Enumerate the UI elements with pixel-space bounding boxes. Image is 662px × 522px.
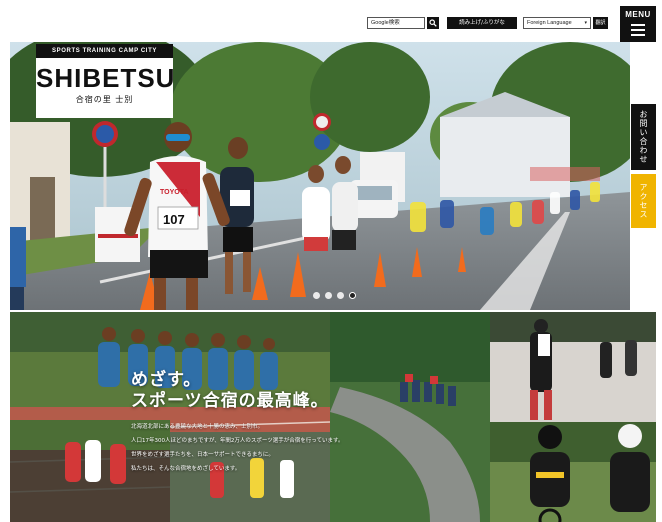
chevron-down-icon: ▾	[584, 20, 587, 26]
access-tab[interactable]: アクセス	[631, 174, 656, 228]
intro-body-line: 北海道北部にある豊饒な大地と十勝の恵み、士別市。	[131, 424, 264, 430]
intro-body-line: 私たちは、そんな合宿地をめざしています。	[131, 466, 241, 472]
slide-dot[interactable]	[313, 292, 320, 299]
language-select-value: Foreign Language	[527, 20, 572, 26]
intro-body: 北海道北部にある豊饒な大地と十勝の恵み、士別市。 人口17年300人ほどのまちで…	[131, 420, 401, 476]
logo-subtitle: 合宿の里 士別	[75, 95, 134, 104]
intro-headline: めざす。 スポーツ合宿の最高峰。	[131, 370, 329, 412]
intro-photo-grid	[10, 312, 656, 522]
contact-tab[interactable]: お問い合わせ	[631, 104, 656, 170]
bib-sponsor: TOYOTA	[160, 189, 189, 196]
search-icon	[429, 19, 437, 27]
logo-title: SHIBETSU	[36, 63, 176, 93]
intro-body-line: 世界をめざす選手たちを、日本一サポートできるまちに。	[131, 452, 274, 458]
language-select[interactable]: Foreign Language ▾	[523, 17, 591, 29]
slide-indicators	[313, 292, 373, 302]
hamburger-icon-bar	[631, 29, 645, 31]
logo-tagline: SPORTS TRAINING CAMP CITY	[36, 44, 173, 58]
slide-dot-active[interactable]	[349, 292, 356, 299]
slide-dot[interactable]	[325, 292, 332, 299]
hamburger-icon-bar	[631, 34, 645, 36]
menu-label: MENU	[625, 10, 651, 19]
hamburger-icon	[631, 24, 645, 26]
logo-main: SHIBETSU 合宿の里 士別	[36, 58, 176, 118]
intro-headline-line1: めざす。	[131, 370, 202, 390]
slide-dot[interactable]	[337, 292, 344, 299]
bib-number: 107	[163, 212, 185, 227]
search-button[interactable]	[427, 17, 439, 29]
hero-slideshow: TOYOTA 107 SPORTS TRAINING CAMP CITY SHI…	[10, 42, 630, 310]
site-logo[interactable]: SPORTS TRAINING CAMP CITY SHIBETSU 合宿の里 …	[36, 44, 176, 118]
menu-button[interactable]: MENU	[620, 6, 656, 42]
read-aloud-button[interactable]: 読み上げ/ふりがな	[447, 17, 517, 29]
intro-photos	[10, 312, 656, 522]
translate-button[interactable]: 翻訳	[593, 17, 608, 29]
search-input[interactable]: Google検索	[367, 17, 425, 29]
intro-body-line: 人口17年300人ほどのまちですが、年間2万人のスポーツ選手が合宿を行っています…	[131, 438, 344, 444]
intro-headline-line2: スポーツ合宿の最高峰。	[131, 391, 329, 411]
